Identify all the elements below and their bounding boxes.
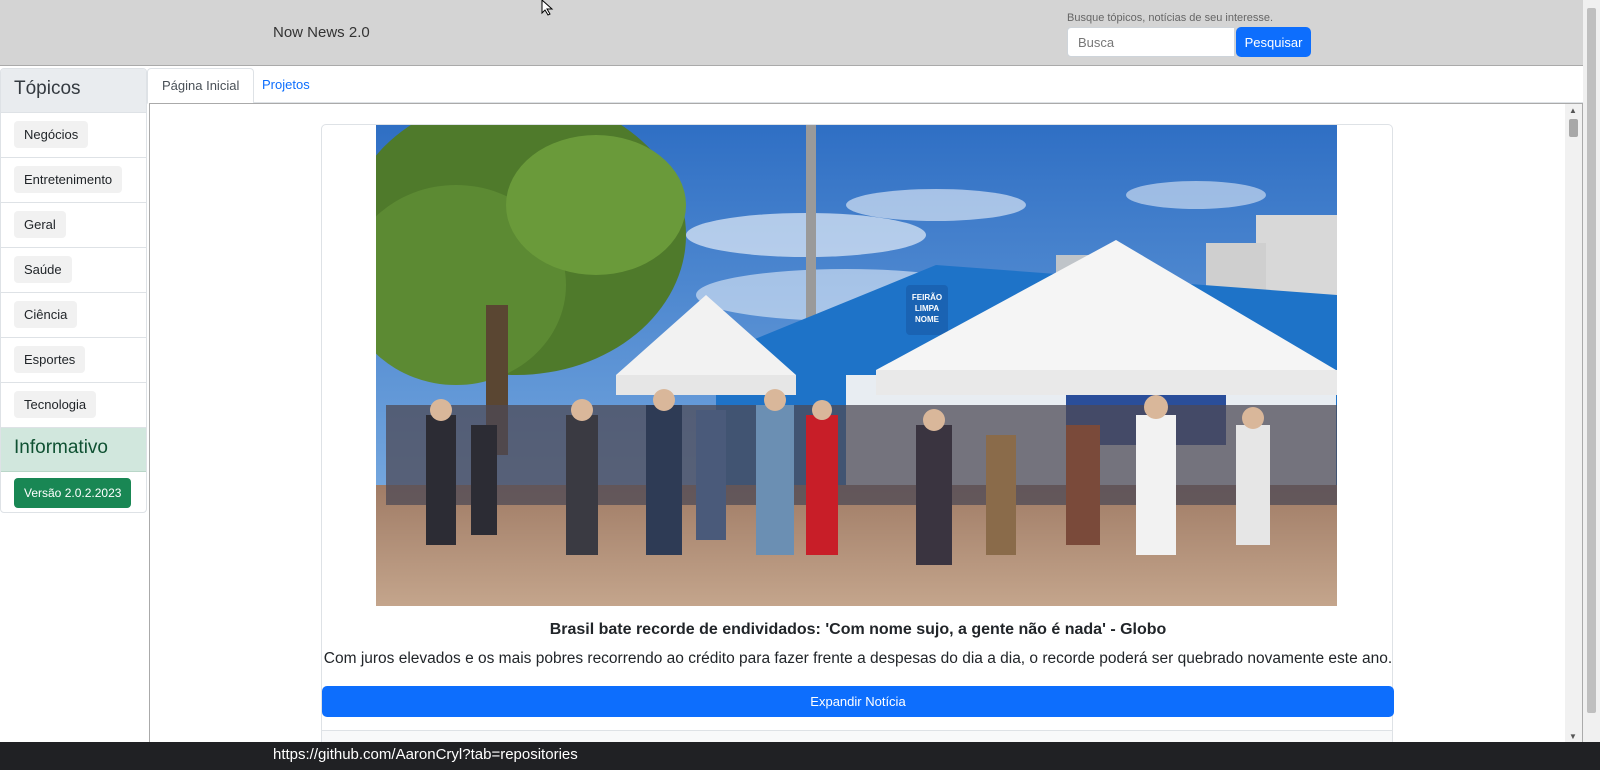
scroll-down-icon[interactable]: ▼: [1569, 732, 1577, 741]
search-button[interactable]: Pesquisar: [1236, 27, 1311, 57]
app-title: Now News 2.0: [273, 24, 370, 41]
search-hint: Busque tópicos, notícias de seu interess…: [1067, 12, 1274, 24]
sidebar-item-geral: Geral: [1, 203, 146, 248]
frame-scrollbar[interactable]: [1565, 104, 1582, 742]
sidebar-item-saude: Saúde: [1, 248, 146, 293]
content-frame: FEIRÃO LIMPA NOME Brasil bate recorde de…: [149, 103, 1583, 743]
scroll-up-icon[interactable]: ▲: [1569, 106, 1577, 115]
sidebar-item-ciencia: Ciência: [1, 293, 146, 338]
version-section: Versão 2.0.2.2023: [1, 472, 146, 512]
sign-text-line2: LIMPA: [915, 304, 940, 313]
sign-text-line3: NOME: [915, 315, 940, 324]
expand-news-button[interactable]: Expandir Notícia: [322, 686, 1394, 717]
sidebar-item-negocios: Negócios: [1, 113, 146, 158]
topic-button-ciencia[interactable]: Ciência: [14, 301, 78, 328]
sidebar-item-entretenimento: Entretenimento: [1, 158, 146, 203]
news-image: FEIRÃO LIMPA NOME: [376, 125, 1337, 606]
version-badge[interactable]: Versão 2.0.2.2023: [14, 478, 132, 508]
topic-button-saude[interactable]: Saúde: [14, 256, 72, 283]
topic-button-tecnologia[interactable]: Tecnologia: [14, 391, 97, 418]
status-url: https://github.com/AaronCryl?tab=reposit…: [273, 746, 578, 763]
news-card: FEIRÃO LIMPA NOME Brasil bate recorde de…: [321, 124, 1394, 742]
sidebar: Tópicos Negócios Entretenimento Geral Sa…: [0, 68, 147, 513]
tab-bar: Página Inicial Projetos: [147, 68, 1583, 104]
news-description: Com juros elevados e os mais pobres reco…: [323, 650, 1393, 667]
sign-text-line1: FEIRÃO: [912, 293, 942, 302]
topic-button-esportes[interactable]: Esportes: [14, 346, 86, 373]
topic-button-entretenimento[interactable]: Entretenimento: [14, 166, 123, 193]
tab-projetos[interactable]: Projetos: [248, 68, 324, 104]
frame-scroll-thumb[interactable]: [1569, 119, 1578, 137]
sidebar-item-esportes: Esportes: [1, 338, 146, 383]
news-title: Brasil bate recorde de endividados: 'Com…: [549, 621, 1167, 638]
top-header: Now News 2.0 Busque tópicos, notícias de…: [0, 0, 1600, 66]
info-heading: Informativo: [1, 428, 146, 472]
topics-heading: Tópicos: [1, 69, 146, 113]
status-bar: https://github.com/AaronCryl?tab=reposit…: [0, 742, 1600, 770]
search-input[interactable]: [1067, 27, 1235, 57]
topic-button-negocios[interactable]: Negócios: [14, 121, 89, 148]
news-photo-svg: FEIRÃO LIMPA NOME: [376, 125, 1337, 606]
mouse-cursor-icon: [541, 0, 554, 16]
sidebar-item-tecnologia: Tecnologia: [1, 383, 146, 428]
tab-pagina-inicial[interactable]: Página Inicial: [147, 68, 255, 104]
window-scroll-thumb[interactable]: [1587, 8, 1596, 713]
topic-button-geral[interactable]: Geral: [14, 211, 66, 238]
